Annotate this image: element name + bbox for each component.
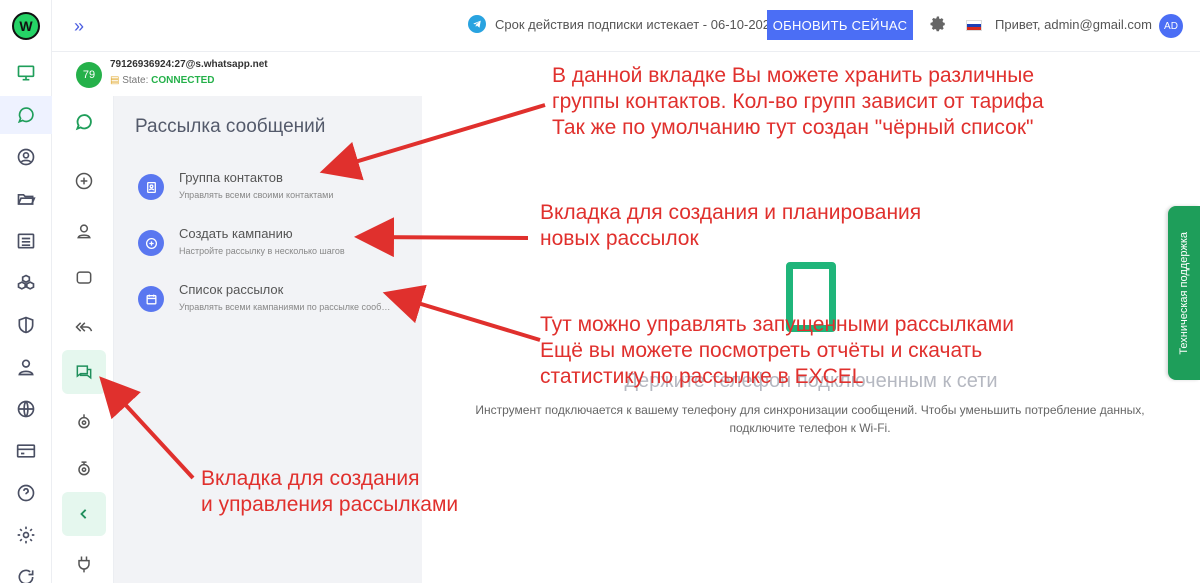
session-state: ▤ State: CONNECTED <box>110 75 215 86</box>
support-tab-label: Техническая поддержка <box>1178 231 1190 355</box>
shield-icon[interactable] <box>0 306 52 344</box>
coin-icon: ▤ <box>110 75 120 86</box>
credit-card-icon[interactable] <box>0 432 52 470</box>
annotation-contact-groups: В данной вкладке Вы можете хранить разли… <box>552 63 1044 141</box>
whatsapp-icon[interactable] <box>0 96 52 134</box>
state-value: CONNECTED <box>151 75 215 86</box>
gear-icon[interactable] <box>929 15 947 33</box>
technical-support-tab[interactable]: Техническая поддержка <box>1168 206 1200 380</box>
menu-item-mailing-list[interactable]: Список рассылок Управлять всеми кампания… <box>136 280 416 324</box>
user-icon[interactable] <box>0 348 52 386</box>
cubes-icon[interactable] <box>0 264 52 302</box>
annotation-line: Тут можно управлять запущенными рассылка… <box>540 313 1014 336</box>
menu-item-title: Создать кампанию <box>179 226 293 241</box>
menu-item-desc: Управлять всеми своими контактами <box>179 190 334 200</box>
renew-now-button[interactable]: ОБНОВИТЬ СЕЙЧАС <box>767 10 913 40</box>
plus-circle-icon <box>138 230 164 256</box>
avatar[interactable]: AD <box>1159 14 1183 38</box>
annotation-line: Вкладка для создания <box>201 467 420 490</box>
help-icon[interactable] <box>0 474 52 512</box>
russian-flag-icon[interactable] <box>966 20 982 31</box>
bulk-messages-icon[interactable] <box>62 350 106 394</box>
webhook-icon[interactable] <box>62 446 106 490</box>
monitor-icon[interactable] <box>0 54 52 92</box>
whatsapp-icon[interactable] <box>62 100 106 144</box>
session-badge: 79 <box>76 62 102 88</box>
expand-sidebar-icon[interactable]: » <box>66 14 92 38</box>
annotation-create-campaign: Вкладка для создания и планирования новы… <box>540 200 921 252</box>
annotation-line: Так же по умолчанию тут создан "чёрный с… <box>552 116 1034 139</box>
annotation-line: В данной вкладке Вы можете хранить разли… <box>552 64 1035 87</box>
annotation-line: группы контактов. Кол-во групп зависит о… <box>552 90 1044 113</box>
menu-item-contact-groups[interactable]: Группа контактов Управлять всеми своими … <box>136 168 416 212</box>
menu-item-title: Группа контактов <box>179 170 283 185</box>
annotation-line: Ещё вы можете посмотреть отчёты и скачат… <box>540 339 983 362</box>
annotation-line: Вкладка для создания и планирования <box>540 201 922 224</box>
user-circle-icon[interactable] <box>0 138 52 176</box>
annotation-mailing-list: Тут можно управлять запущенными рассылка… <box>540 312 1014 390</box>
collapse-chevron-icon[interactable] <box>62 492 106 536</box>
calendar-icon <box>138 286 164 312</box>
add-circle-icon[interactable] <box>62 159 106 203</box>
autoresponder-icon[interactable] <box>62 399 106 443</box>
chat-bot-icon[interactable] <box>62 256 106 300</box>
top-bar: » Срок действия подписки истекает - 06-1… <box>52 0 1200 52</box>
globe-icon[interactable] <box>0 390 52 428</box>
whatsapp-tools-sidebar <box>52 96 114 583</box>
reply-all-icon[interactable] <box>62 305 106 349</box>
menu-item-create-campaign[interactable]: Создать кампанию Настройте рассылку в не… <box>136 224 416 268</box>
menu-item-desc: Управлять всеми кампаниями по рассылке с… <box>179 302 397 312</box>
menu-item-title: Список рассылок <box>179 282 284 297</box>
user-greeting: Привет, admin@gmail.com <box>995 17 1152 32</box>
telegram-icon[interactable] <box>468 15 486 33</box>
annotation-line: и управления рассылками <box>201 493 459 516</box>
list-icon[interactable] <box>0 222 52 260</box>
refresh-icon[interactable] <box>0 558 52 583</box>
panel-title: Рассылка сообщений <box>135 116 326 137</box>
plug-icon[interactable] <box>62 542 106 583</box>
main-description: Инструмент подключается к вашему телефон… <box>475 403 1145 435</box>
settings-icon[interactable] <box>0 516 52 554</box>
contact-book-icon <box>138 174 164 200</box>
state-label: State: <box>122 75 149 86</box>
contact-person-icon[interactable] <box>62 209 106 253</box>
session-jid: 79126936924:27@s.whatsapp.net <box>110 59 268 70</box>
annotation-line: новых рассылок <box>540 227 699 250</box>
folder-open-icon[interactable] <box>0 180 52 218</box>
app-logo[interactable]: W <box>12 12 40 40</box>
subscription-status: Срок действия подписки истекает - 06-10-… <box>495 17 778 32</box>
main-nav-rail: W <box>0 0 52 583</box>
annotation-line: статистику по рассылке в EXCEL <box>540 365 864 388</box>
annotation-mailing-tab: Вкладка для создания и управления рассыл… <box>201 466 458 518</box>
menu-item-desc: Настройте рассылку в несколько шагов <box>179 246 345 256</box>
